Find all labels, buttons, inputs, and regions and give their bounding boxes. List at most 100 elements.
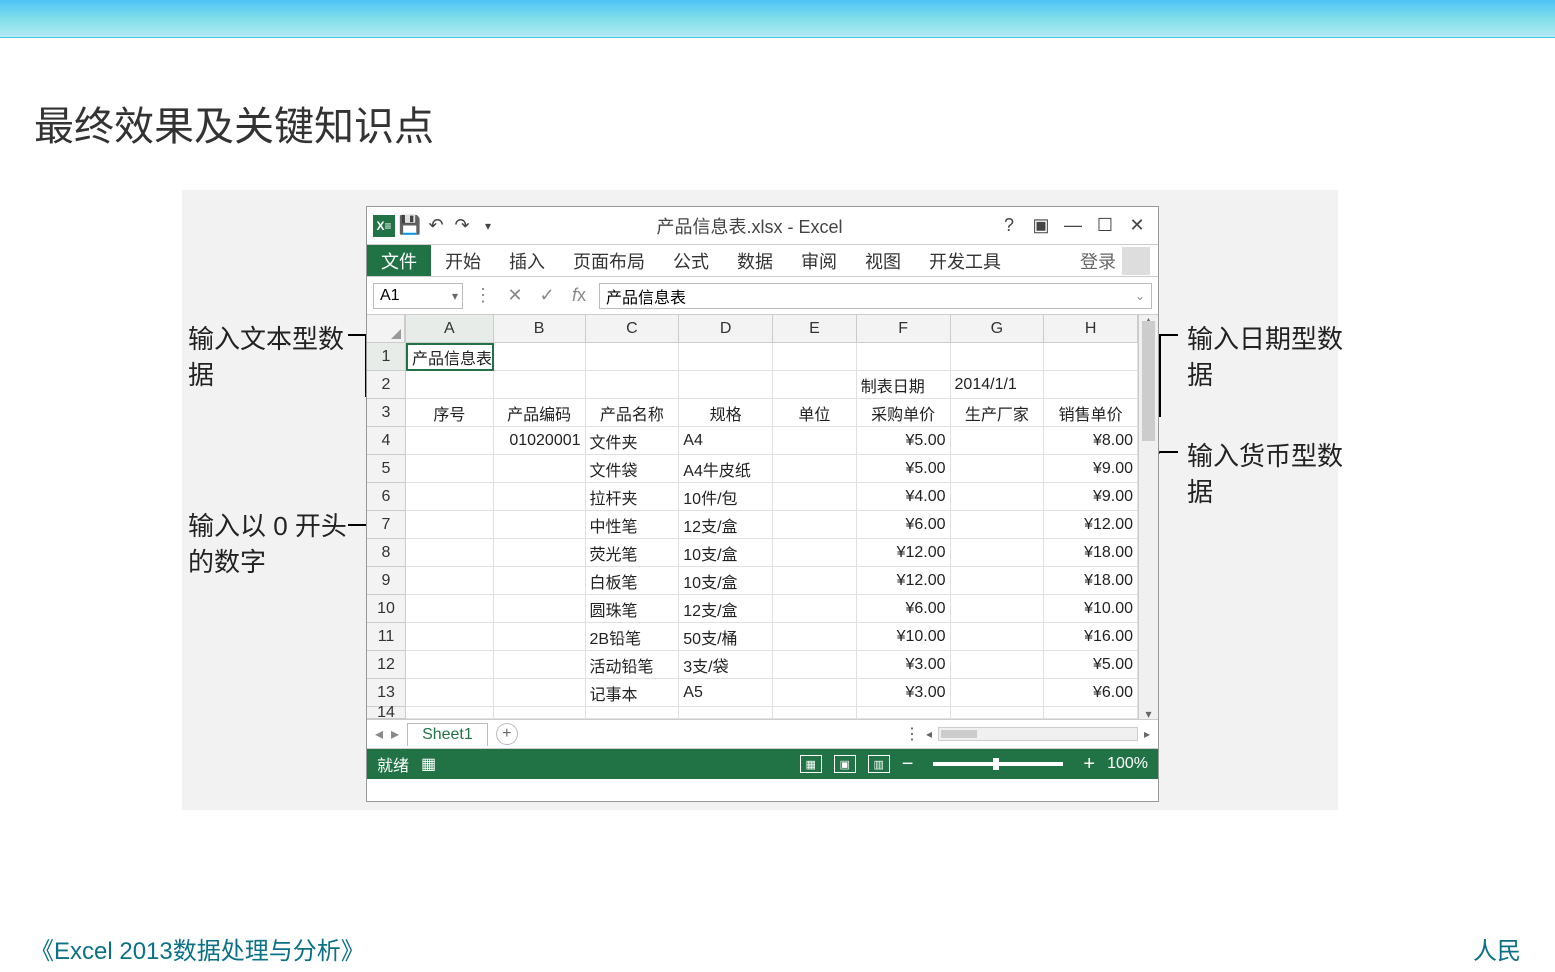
row-header[interactable]: 8 — [367, 539, 405, 567]
row-header[interactable]: 11 — [367, 623, 405, 651]
cell-E11[interactable] — [773, 623, 857, 651]
row-header[interactable]: 12 — [367, 651, 405, 679]
row-header[interactable]: 14 — [367, 707, 405, 719]
ribbon-options-icon[interactable]: ▣ — [1032, 217, 1050, 235]
col-header[interactable]: E — [773, 315, 857, 343]
cell-D5[interactable]: A4牛皮纸 — [679, 455, 773, 483]
col-header[interactable]: A — [406, 315, 494, 343]
cell-F9[interactable]: ¥12.00 — [857, 567, 951, 595]
tab-formula[interactable]: 公式 — [659, 245, 723, 276]
cell-A14[interactable] — [406, 707, 494, 719]
row-header[interactable]: 7 — [367, 511, 405, 539]
cell-C1[interactable] — [586, 343, 680, 371]
cell-G13[interactable] — [951, 679, 1045, 707]
zoom-level[interactable]: 100% — [1107, 755, 1148, 773]
cell-F8[interactable]: ¥12.00 — [857, 539, 951, 567]
cell-G12[interactable] — [951, 651, 1045, 679]
col-header[interactable]: B — [494, 315, 586, 343]
cell-D3[interactable]: 规格 — [679, 399, 773, 427]
cell-A1[interactable]: 产品信息表 — [406, 343, 494, 371]
cell-C5[interactable]: 文件袋 — [586, 455, 680, 483]
cell-E14[interactable] — [773, 707, 857, 719]
cell-B2[interactable] — [494, 371, 586, 399]
cell-H5[interactable]: ¥9.00 — [1044, 455, 1138, 483]
row-header[interactable]: 1 — [367, 343, 405, 371]
cancel-icon[interactable]: ✕ — [503, 285, 527, 306]
cell-B6[interactable] — [494, 483, 586, 511]
cell-B14[interactable] — [494, 707, 586, 719]
cell-D1[interactable] — [679, 343, 773, 371]
select-all-corner[interactable] — [367, 315, 405, 343]
cell-F1[interactable] — [857, 343, 951, 371]
cell-G7[interactable] — [951, 511, 1045, 539]
cell-B4[interactable]: 01020001 — [494, 427, 586, 455]
cell-D13[interactable]: A5 — [679, 679, 773, 707]
cell-F3[interactable]: 采购单价 — [857, 399, 951, 427]
cell-A10[interactable] — [406, 595, 494, 623]
cell-A13[interactable] — [406, 679, 494, 707]
cell-A4[interactable] — [406, 427, 494, 455]
minimize-icon[interactable]: ― — [1064, 217, 1082, 235]
col-header[interactable]: F — [857, 315, 951, 343]
cell-C6[interactable]: 拉杆夹 — [586, 483, 680, 511]
zoom-in-icon[interactable]: + — [1083, 754, 1095, 774]
fx-icon[interactable]: fx — [567, 285, 591, 306]
row-header[interactable]: 2 — [367, 371, 405, 399]
cell-F4[interactable]: ¥5.00 — [857, 427, 951, 455]
cell-H12[interactable]: ¥5.00 — [1044, 651, 1138, 679]
spreadsheet-grid[interactable]: 1 2 3 4 5 6 7 8 9 10 11 12 13 14 A B C D… — [367, 315, 1158, 719]
tab-insert[interactable]: 插入 — [495, 245, 559, 276]
signin-link[interactable]: 登录 — [1080, 248, 1116, 274]
tab-dev[interactable]: 开发工具 — [915, 245, 1015, 276]
row-header[interactable]: 3 — [367, 399, 405, 427]
cell-D8[interactable]: 10支/盒 — [679, 539, 773, 567]
view-pagebreak-icon[interactable]: ▥ — [868, 755, 890, 773]
col-header[interactable]: D — [679, 315, 773, 343]
close-icon[interactable]: ✕ — [1128, 217, 1146, 235]
cell-E10[interactable] — [773, 595, 857, 623]
maximize-icon[interactable]: ☐ — [1096, 217, 1114, 235]
qat-dropdown-icon[interactable]: ▾ — [477, 215, 499, 237]
cell-G8[interactable] — [951, 539, 1045, 567]
cell-C12[interactable]: 活动铅笔 — [586, 651, 680, 679]
cell-F10[interactable]: ¥6.00 — [857, 595, 951, 623]
cell-B8[interactable] — [494, 539, 586, 567]
cell-G9[interactable] — [951, 567, 1045, 595]
cell-C13[interactable]: 记事本 — [586, 679, 680, 707]
cell-F12[interactable]: ¥3.00 — [857, 651, 951, 679]
cell-D6[interactable]: 10件/包 — [679, 483, 773, 511]
cell-A3[interactable]: 序号 — [406, 399, 494, 427]
row-header[interactable]: 5 — [367, 455, 405, 483]
cell-F13[interactable]: ¥3.00 — [857, 679, 951, 707]
cell-B10[interactable] — [494, 595, 586, 623]
cell-H13[interactable]: ¥6.00 — [1044, 679, 1138, 707]
sheet-tab-1[interactable]: Sheet1 — [407, 723, 488, 746]
cell-A9[interactable] — [406, 567, 494, 595]
cell-H11[interactable]: ¥16.00 — [1044, 623, 1138, 651]
cell-A12[interactable] — [406, 651, 494, 679]
view-normal-icon[interactable]: ▦ — [800, 755, 822, 773]
cell-G5[interactable] — [951, 455, 1045, 483]
cell-E1[interactable] — [773, 343, 857, 371]
macro-icon[interactable]: ▦ — [421, 754, 436, 774]
cell-C10[interactable]: 圆珠笔 — [586, 595, 680, 623]
cell-H6[interactable]: ¥9.00 — [1044, 483, 1138, 511]
cell-E2[interactable] — [773, 371, 857, 399]
cell-H7[interactable]: ¥12.00 — [1044, 511, 1138, 539]
cell-D14[interactable] — [679, 707, 773, 719]
expand-formula-icon[interactable]: ⌄ — [1135, 289, 1145, 303]
cell-G10[interactable] — [951, 595, 1045, 623]
cell-C9[interactable]: 白板笔 — [586, 567, 680, 595]
redo-icon[interactable]: ↷ — [451, 215, 473, 237]
cell-D11[interactable]: 50支/桶 — [679, 623, 773, 651]
cell-B12[interactable] — [494, 651, 586, 679]
undo-icon[interactable]: ↶ — [425, 215, 447, 237]
enter-icon[interactable]: ✓ — [535, 285, 559, 306]
cell-C11[interactable]: 2B铅笔 — [586, 623, 680, 651]
cell-H4[interactable]: ¥8.00 — [1044, 427, 1138, 455]
scroll-right-icon[interactable]: ▸ — [1144, 727, 1150, 741]
tab-view[interactable]: 视图 — [851, 245, 915, 276]
save-icon[interactable]: 💾 — [399, 215, 421, 237]
name-box[interactable]: A1 — [373, 283, 463, 309]
cell-D4[interactable]: A4 — [679, 427, 773, 455]
